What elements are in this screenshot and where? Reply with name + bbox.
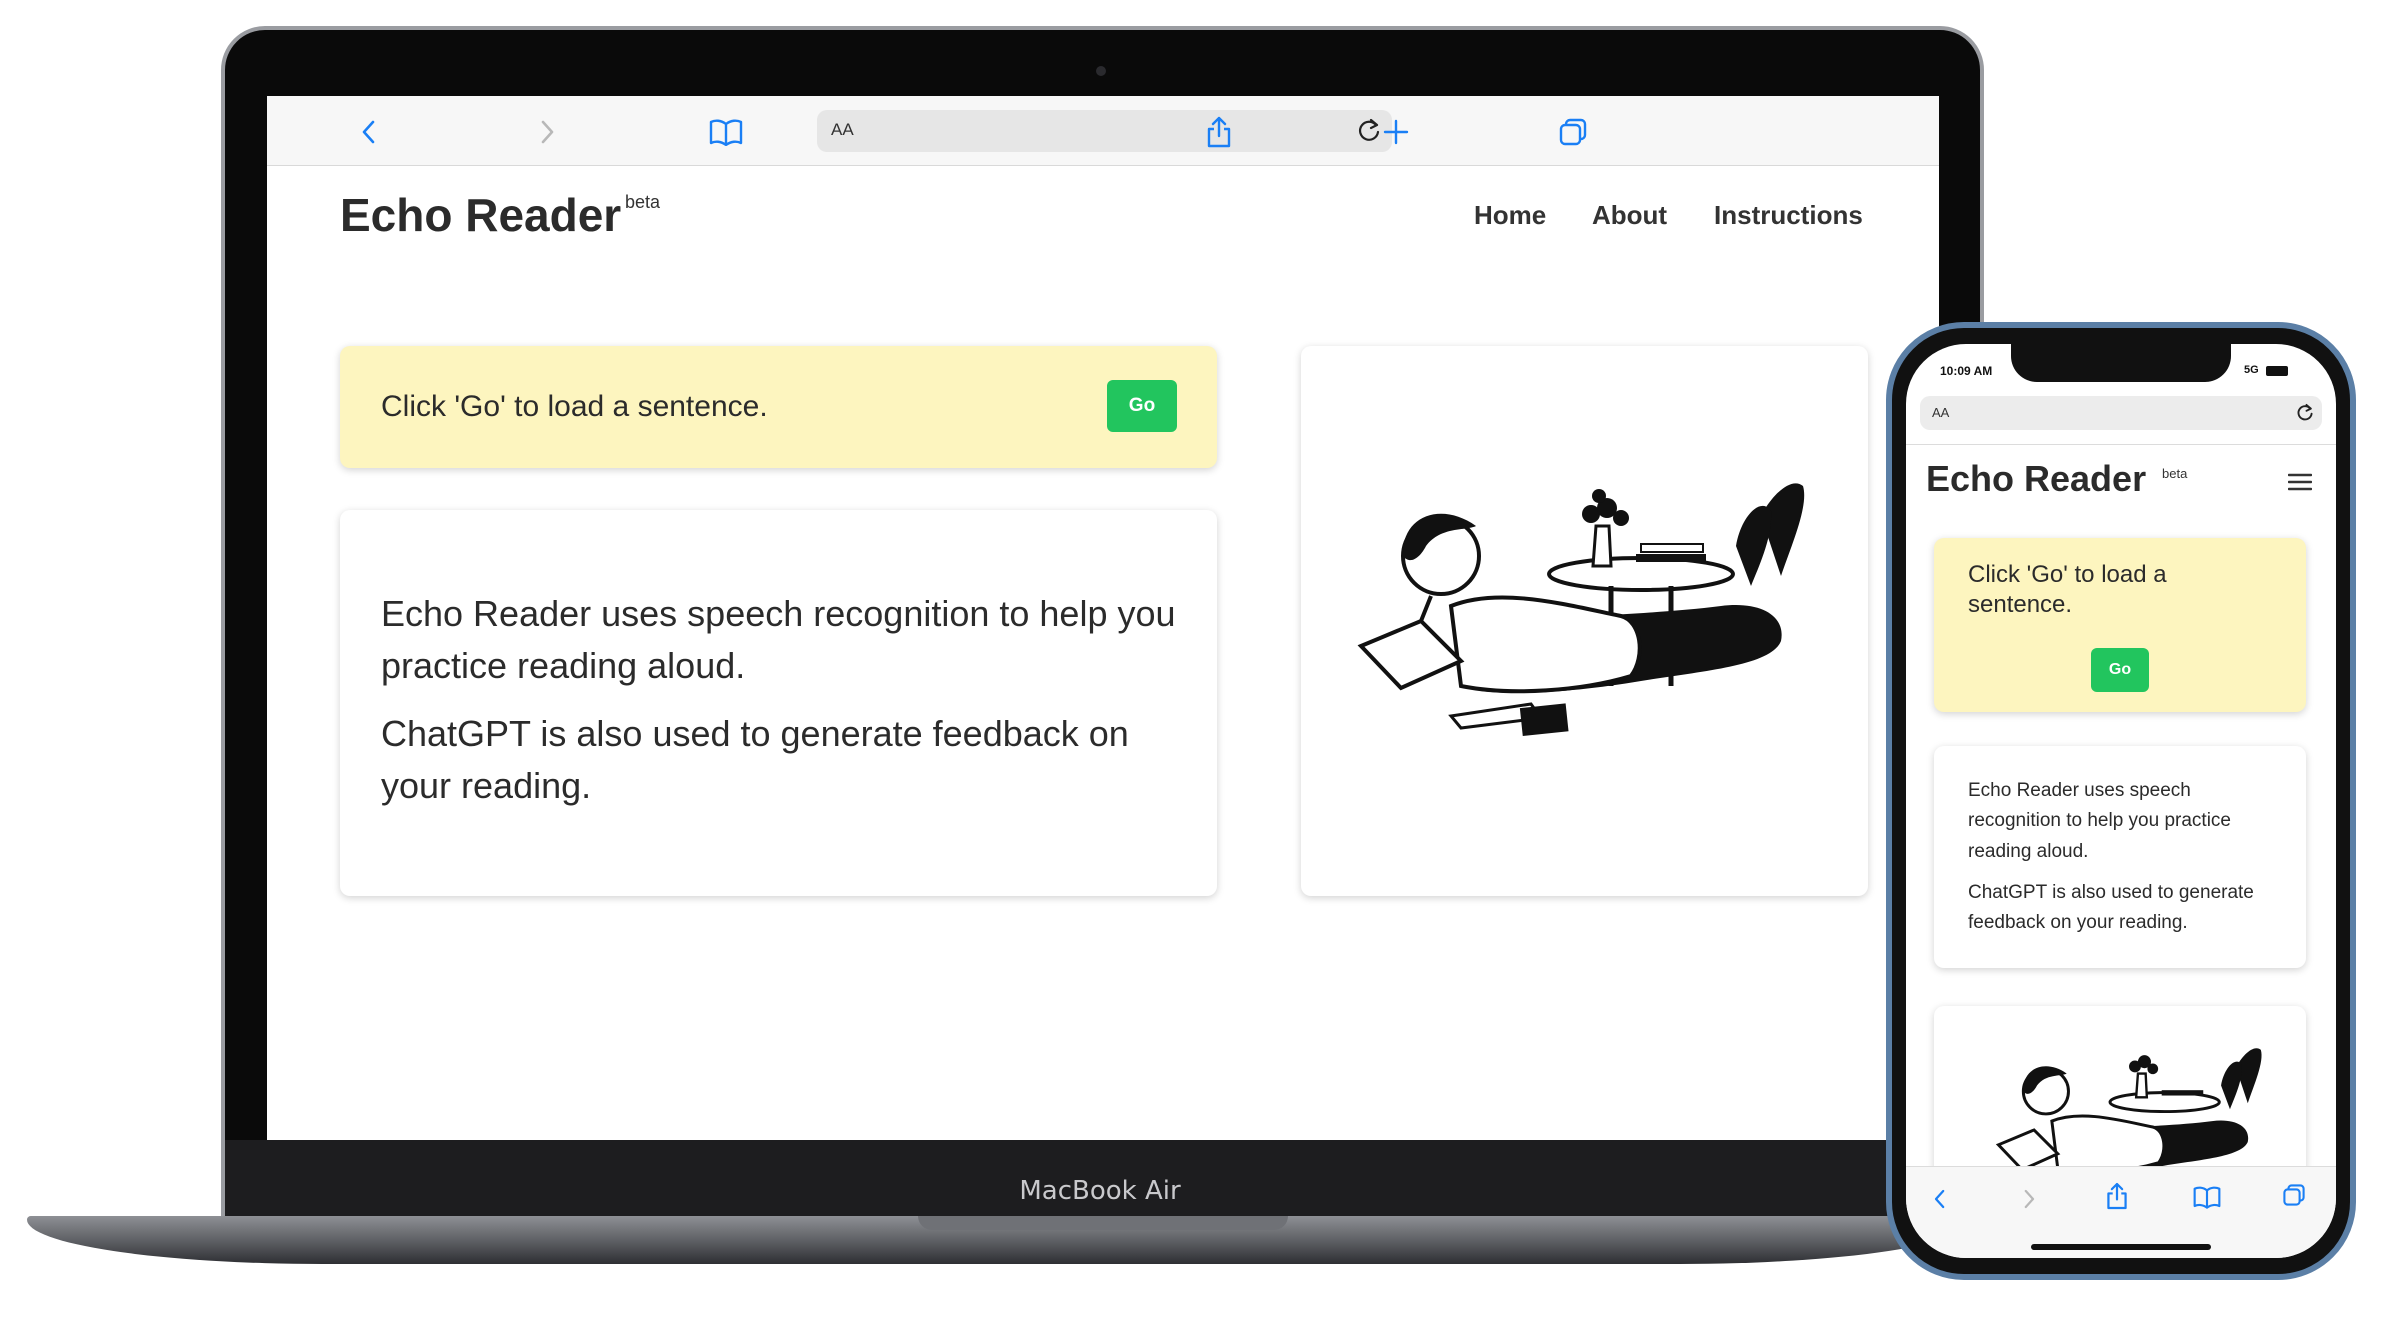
go-button[interactable]: Go [1107,380,1177,432]
tabs-icon[interactable] [1555,114,1591,150]
mobile-beta-badge: beta [2162,466,2188,481]
mobile-reader-aa-button[interactable]: AA [1932,405,1949,420]
mobile-back-icon[interactable] [1932,1187,1948,1211]
browser-toolbar: AA [267,96,1939,166]
description-paragraph-2: ChatGPT is also used to generate feedbac… [381,713,1129,807]
prompt-text: Click 'Go' to load a sentence. [381,390,768,423]
address-bar[interactable]: AA [817,110,1392,152]
iphone-notch [2011,344,2231,382]
camera-dot [1096,66,1106,76]
woman-reading-illustration [1357,483,1805,737]
beta-badge: beta [625,192,661,212]
mobile-description-card: Echo Reader uses speech recognition to h… [1934,746,2306,968]
status-network: 5G [2244,364,2259,376]
mobile-site-brand[interactable]: Echo Reader [1926,458,2146,500]
mobile-description-paragraph-1: Echo Reader uses speech recognition to h… [1968,780,2231,862]
site-brand[interactable]: Echo Reader [340,188,621,242]
new-tab-icon[interactable] [1378,114,1414,150]
mobile-prompt-card: Click 'Go' to load a sentence. Go [1934,538,2306,712]
back-icon[interactable] [351,114,387,150]
mobile-share-icon[interactable] [2105,1181,2129,1211]
mobile-tabs-icon[interactable] [2282,1183,2306,1207]
reader-aa-button[interactable]: AA [831,120,854,140]
prompt-card: Click 'Go' to load a sentence. Go [340,346,1217,468]
mobile-bookmarks-icon[interactable] [2193,1185,2221,1209]
description-card: Echo Reader uses speech recognition to h… [340,510,1217,896]
nav-home[interactable]: Home [1474,200,1546,231]
mobile-description-paragraph-2: ChatGPT is also used to generate feedbac… [1968,882,2254,934]
toolbar-divider [1906,444,2336,445]
mobile-address-bar[interactable]: AA [1920,396,2322,430]
mobile-forward-icon[interactable] [2021,1187,2037,1211]
home-indicator[interactable] [2031,1244,2211,1250]
mobile-go-button[interactable]: Go [2091,648,2149,692]
share-icon[interactable] [1201,114,1237,150]
forward-icon[interactable] [529,114,565,150]
nav-instructions[interactable]: Instructions [1714,200,1863,231]
nav-about[interactable]: About [1592,200,1667,231]
mobile-screen: 10:09 AM 5G AA Echo Reader beta Click 'G… [1906,344,2336,1258]
description-paragraph-1: Echo Reader uses speech recognition to h… [381,593,1176,687]
illustration-card [1301,346,1868,896]
mobile-reload-icon[interactable] [2294,402,2316,424]
battery-icon [2266,366,2288,376]
hamburger-menu-icon[interactable] [2288,472,2312,492]
mobile-prompt-text: Click 'Go' to load a sentence. [1968,561,2167,618]
status-time: 10:09 AM [1940,364,1993,378]
bookmarks-icon[interactable] [708,114,744,150]
macbook-lid-notch [918,1216,1288,1230]
device-label: MacBook Air [1019,1176,1181,1206]
desktop-screen: AA Echo Reader beta Home About Instructi… [267,96,1939,1140]
